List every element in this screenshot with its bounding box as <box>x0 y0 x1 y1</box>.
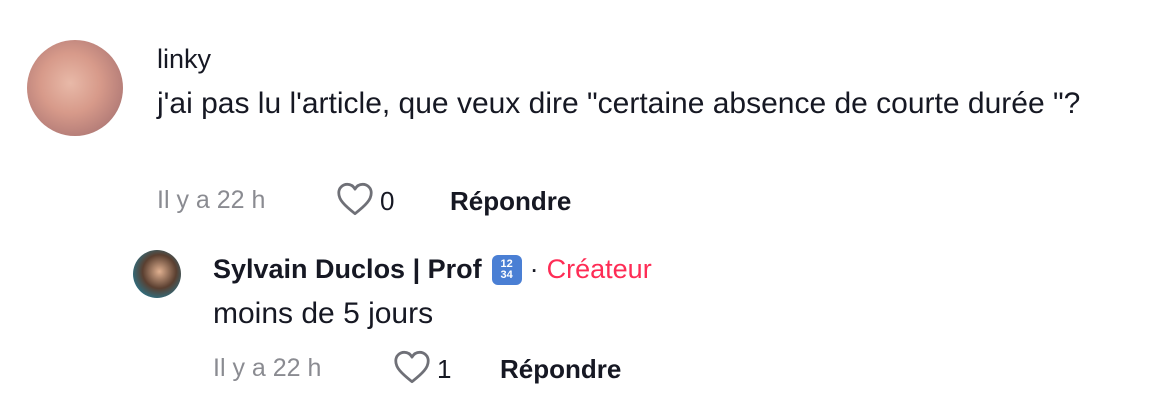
numbers-icon: 12 34 <box>491 254 522 285</box>
commenter-username[interactable]: linky <box>157 44 211 75</box>
creator-username[interactable]: Sylvain Duclos | Prof <box>213 254 482 285</box>
creator-badge: Créateur <box>546 254 652 284</box>
heart-icon <box>393 350 431 389</box>
comment-timestamp: Il y a 22 h <box>157 186 266 214</box>
comment-like-button[interactable]: 0 <box>336 182 394 221</box>
heart-icon <box>336 182 374 221</box>
reply-timestamp: Il y a 22 h <box>213 354 322 382</box>
commenter-avatar[interactable] <box>27 40 123 136</box>
creator-avatar[interactable] <box>133 250 181 298</box>
reply-reply-button[interactable]: Répondre <box>500 354 621 385</box>
reply-text: moins de 5 jours <box>213 297 434 330</box>
reply-like-count: 1 <box>437 354 452 384</box>
comment-text: j'ai pas lu l'article, que veux dire "ce… <box>157 87 1081 120</box>
reply-like-button[interactable]: 1 <box>393 350 451 389</box>
comment-reply-button[interactable]: Répondre <box>450 186 571 217</box>
separator-dot: · <box>529 254 539 284</box>
comment-like-count: 0 <box>380 186 395 216</box>
creator-name-line: Sylvain Duclos | Prof 12 34 · Créateur <box>213 254 652 285</box>
